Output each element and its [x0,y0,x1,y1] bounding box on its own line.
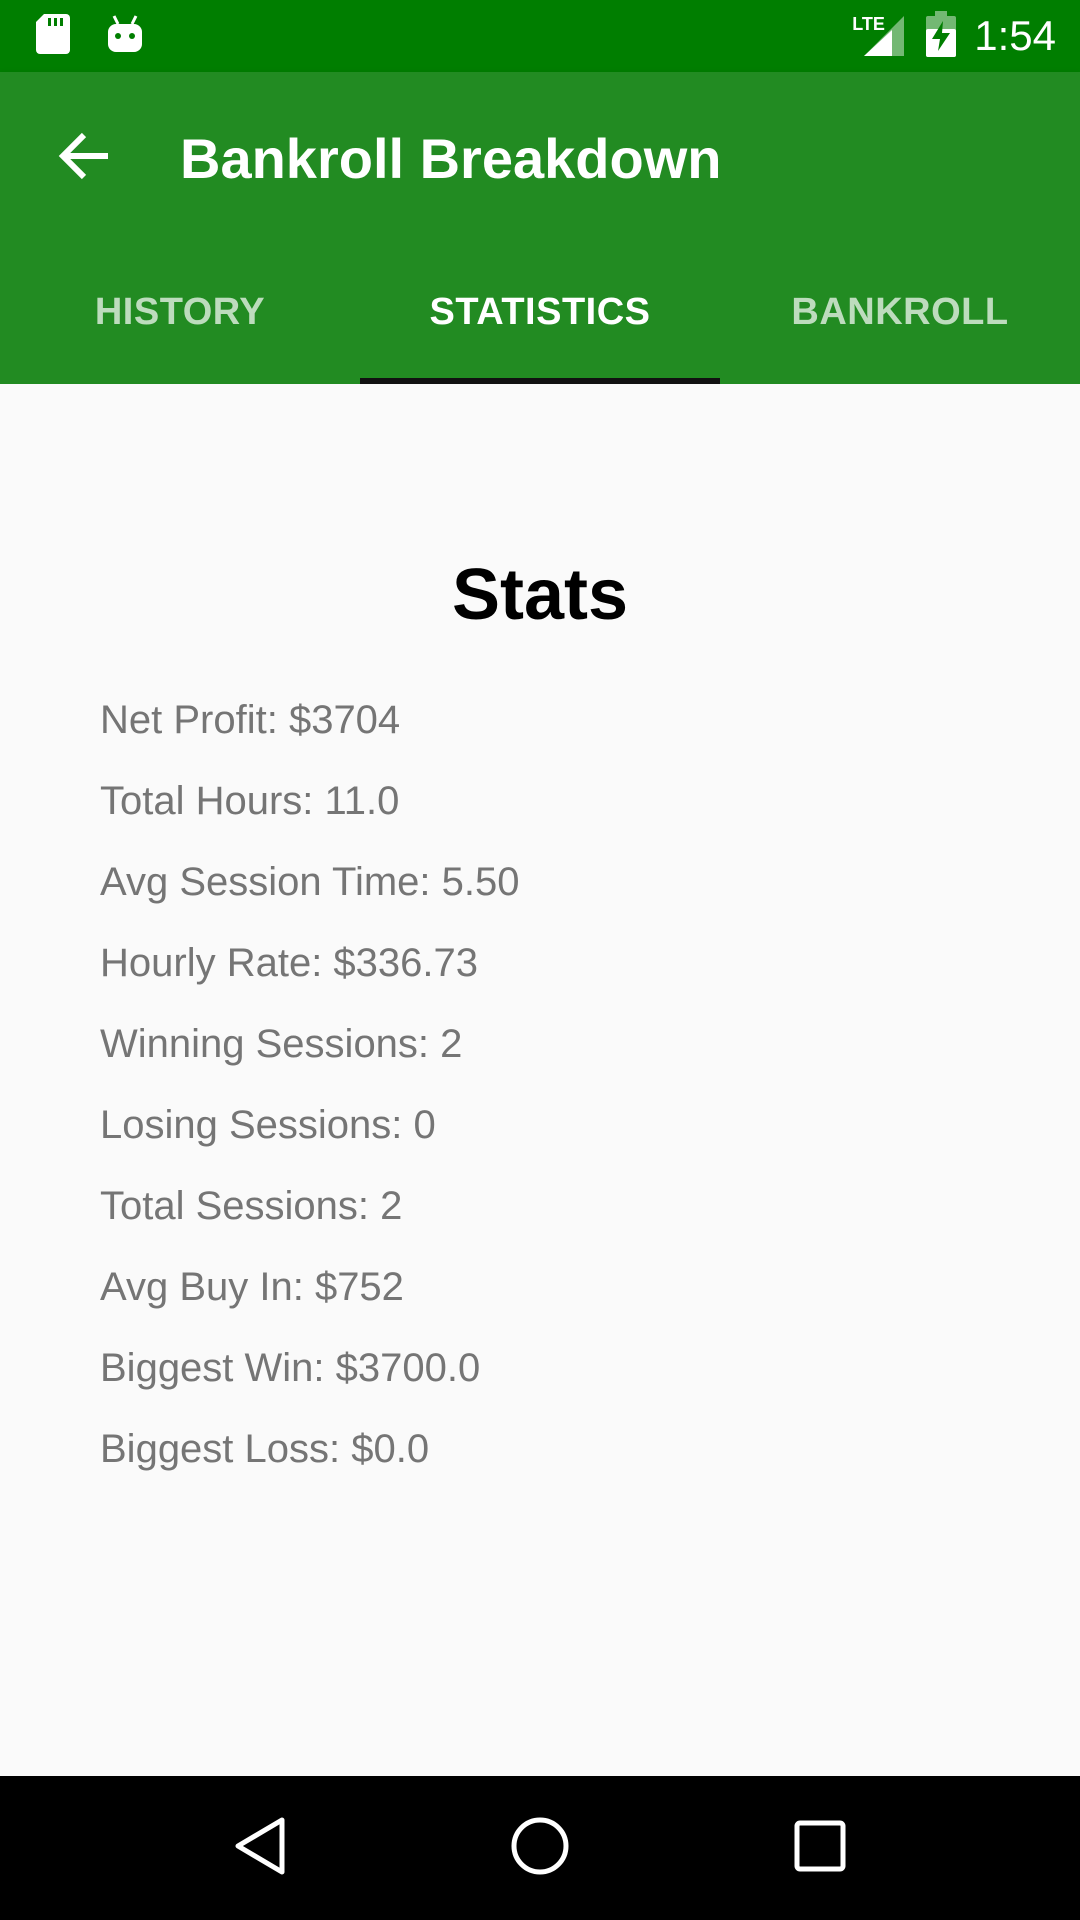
stat-total-hours: Total Hours: 11.0 [100,779,400,823]
navigation-bar [0,1776,1080,1920]
stat-avg-buy-in: Avg Buy In: $752 [100,1265,404,1309]
nav-recents-button[interactable] [770,1798,870,1898]
back-triangle-icon [232,1816,288,1881]
stats-list: Net Profit: $3704 Total Hours: 11.0 Avg … [100,696,520,1506]
statistics-content: Stats Net Profit: $3704 Total Hours: 11.… [0,384,1080,1776]
home-circle-icon [510,1816,570,1881]
app-title: Bankroll Breakdown [180,126,722,190]
tab-label: BANKROLL [791,290,1009,333]
recents-square-icon [793,1819,847,1878]
tab-label: STATISTICS [429,290,651,333]
stat-losing-sessions: Losing Sessions: 0 [100,1103,436,1147]
nav-back-button[interactable] [210,1798,310,1898]
tab-bar: HISTORY STATISTICS BANKROLL [0,244,1080,384]
stat-biggest-loss: Biggest Loss: $0.0 [100,1427,430,1471]
signal-icon: LTE [852,14,908,58]
tab-label: HISTORY [94,290,266,333]
stat-net-profit: Net Profit: $3704 [100,698,401,742]
arrow-back-icon [58,132,110,185]
toolbar: Bankroll Breakdown [0,72,1080,244]
stat-hourly-rate: Hourly Rate: $336.73 [100,941,479,985]
app-bar: Bankroll Breakdown HISTORY STATISTICS BA… [0,72,1080,384]
stat-biggest-win: Biggest Win: $3700.0 [100,1346,481,1390]
status-bar: LTE 1:54 [0,0,1080,72]
status-time: 1:54 [974,12,1056,59]
stats-heading: Stats [451,555,629,635]
stat-avg-session-time: Avg Session Time: 5.50 [100,860,520,904]
android-icon [106,14,144,59]
tab-bankroll[interactable]: BANKROLL [720,244,1080,384]
sd-card-icon [36,13,70,59]
stat-total-sessions: Total Sessions: 2 [100,1184,403,1228]
stat-winning-sessions: Winning Sessions: 2 [100,1022,463,1066]
tab-statistics[interactable]: STATISTICS [360,244,720,384]
battery-charging-icon [926,10,957,62]
tab-history[interactable]: HISTORY [0,244,360,384]
back-button[interactable] [56,130,112,186]
nav-home-button[interactable] [490,1798,590,1898]
